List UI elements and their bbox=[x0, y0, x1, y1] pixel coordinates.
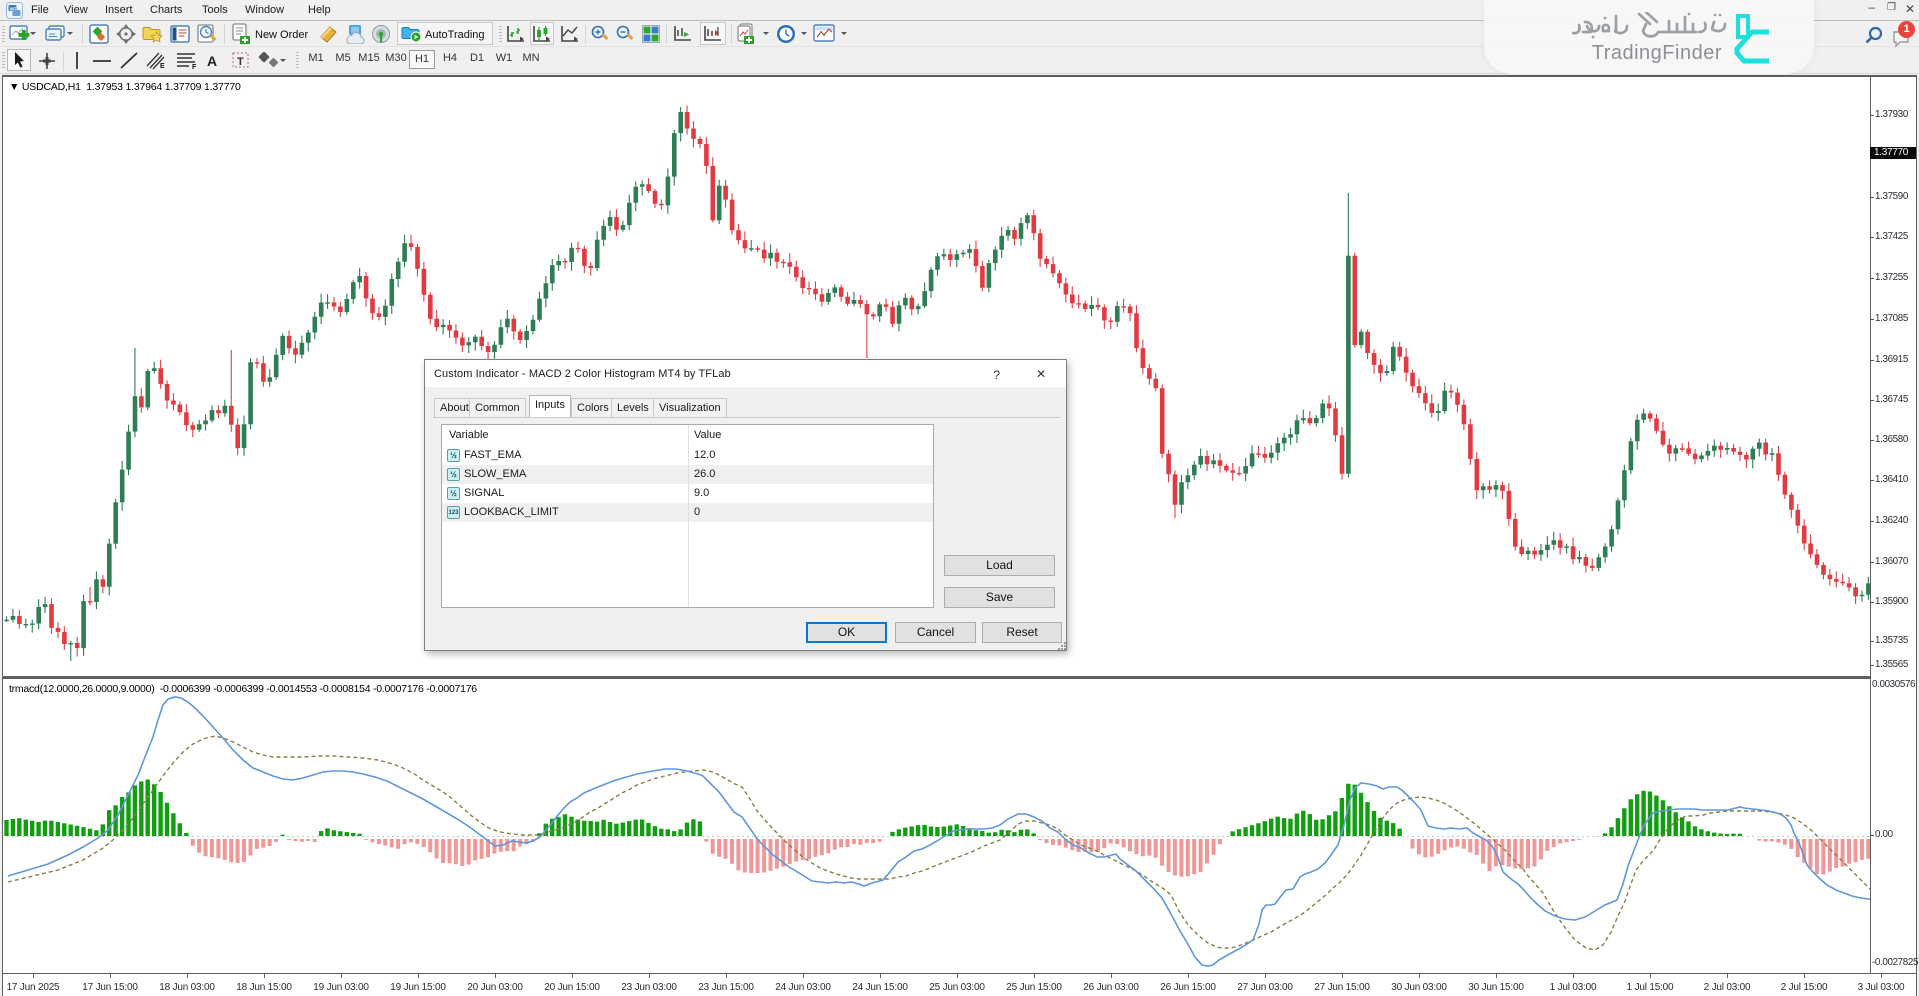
svg-text:MT: MT bbox=[10, 7, 17, 12]
svg-text:E: E bbox=[160, 63, 165, 70]
svg-text:T: T bbox=[237, 56, 244, 68]
svg-text:F: F bbox=[192, 64, 197, 70]
